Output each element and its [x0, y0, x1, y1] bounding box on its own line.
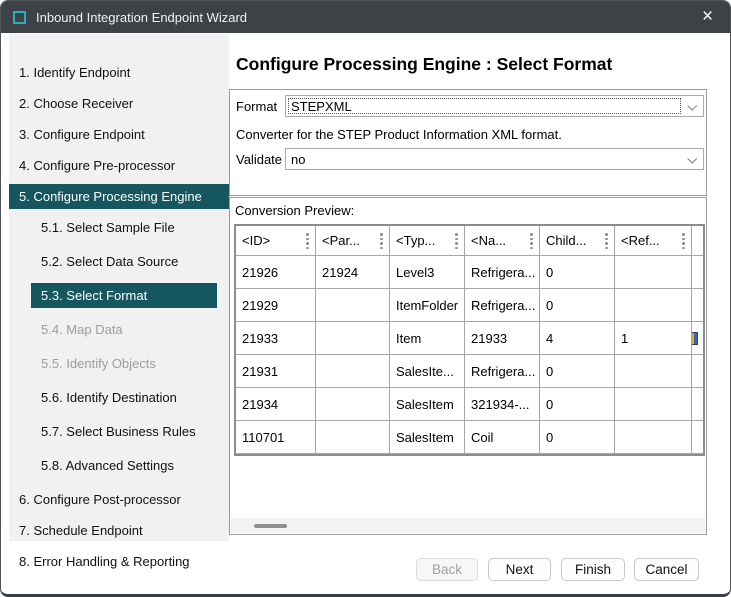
app-icon — [13, 11, 26, 24]
format-panel: Format STEPXML Converter for the STEP Pr… — [229, 89, 707, 196]
sidebar-item-select-sample-file[interactable]: 5.1. Select Sample File — [9, 215, 229, 240]
table-cell-overflow — [692, 289, 703, 322]
page-title: Configure Processing Engine : Select For… — [236, 54, 612, 75]
close-icon[interactable]: × — [685, 1, 730, 33]
column-menu-icon[interactable] — [605, 233, 608, 249]
table-cell-overflow — [692, 256, 703, 289]
sidebar-item-configure-processing-engine[interactable]: 5. Configure Processing Engine — [9, 184, 229, 209]
chevron-down-icon — [687, 101, 697, 111]
finish-button[interactable]: Finish — [561, 558, 625, 581]
table-cell[interactable] — [316, 289, 390, 322]
column-menu-icon[interactable] — [380, 233, 383, 249]
table-cell-overflow — [692, 322, 703, 355]
table-cell[interactable]: Coil — [465, 421, 540, 454]
table-cell-overflow — [692, 421, 703, 454]
table-cell-overflow — [692, 355, 703, 388]
format-description: Converter for the STEP Product Informati… — [236, 127, 562, 142]
table-cell[interactable] — [615, 388, 692, 421]
table-cell[interactable]: 0 — [540, 256, 615, 289]
back-button: Back — [416, 558, 478, 581]
column-header-name[interactable]: <Na... — [465, 226, 540, 256]
wizard-window: Inbound Integration Endpoint Wizard × 1.… — [0, 0, 731, 597]
column-header-overflow — [692, 226, 703, 256]
table-cell[interactable] — [316, 388, 390, 421]
table-cell[interactable]: Refrigera... — [465, 289, 540, 322]
table-cell[interactable] — [316, 322, 390, 355]
sidebar-item-identify-objects: 5.5. Identify Objects — [9, 351, 229, 376]
table-cell[interactable]: 1 — [615, 322, 692, 355]
table-cell[interactable]: 21926 — [236, 256, 316, 289]
table-cell-overflow — [692, 388, 703, 421]
sidebar-item-error-handling-reporting[interactable]: 8. Error Handling & Reporting — [9, 549, 229, 574]
titlebar: Inbound Integration Endpoint Wizard × — [1, 1, 730, 33]
format-select[interactable]: STEPXML — [285, 95, 704, 117]
table-cell[interactable]: Refrigera... — [465, 256, 540, 289]
table-cell[interactable]: 21934 — [236, 388, 316, 421]
sidebar-item-configure-post-processor[interactable]: 6. Configure Post-processor — [9, 487, 229, 512]
table-cell[interactable]: Level3 — [390, 256, 465, 289]
validate-label: Validate — [236, 152, 282, 167]
table-cell[interactable]: Refrigera... — [465, 355, 540, 388]
window-title: Inbound Integration Endpoint Wizard — [36, 10, 247, 25]
table-cell[interactable]: 0 — [540, 388, 615, 421]
column-menu-icon[interactable] — [306, 233, 309, 249]
sidebar-item-schedule-endpoint[interactable]: 7. Schedule Endpoint — [9, 518, 229, 543]
column-menu-icon[interactable] — [682, 233, 685, 249]
table-cell[interactable]: SalesItem — [390, 388, 465, 421]
table-cell[interactable]: 0 — [540, 421, 615, 454]
format-label: Format — [236, 99, 277, 114]
table-cell[interactable]: ItemFolder — [390, 289, 465, 322]
sidebar-item-identify-destination[interactable]: 5.6. Identify Destination — [9, 385, 229, 410]
next-button[interactable]: Next — [488, 558, 551, 581]
table-cell[interactable]: SalesIte... — [390, 355, 465, 388]
sidebar-item-select-data-source[interactable]: 5.2. Select Data Source — [9, 249, 229, 274]
preview-table: <ID> <Par... <Typ... <Na... Child... <Re… — [234, 224, 705, 456]
sidebar-item-identify-endpoint[interactable]: 1. Identify Endpoint — [9, 60, 229, 85]
sidebar-item-select-business-rules[interactable]: 5.7. Select Business Rules — [9, 419, 229, 444]
table-cell[interactable]: 21931 — [236, 355, 316, 388]
column-header-id[interactable]: <ID> — [236, 226, 316, 256]
validate-select[interactable]: no — [285, 148, 704, 170]
sidebar-item-configure-endpoint[interactable]: 3. Configure Endpoint — [9, 122, 229, 147]
table-cell[interactable]: 0 — [540, 289, 615, 322]
table-cell[interactable] — [615, 289, 692, 322]
column-header-parent[interactable]: <Par... — [316, 226, 390, 256]
column-header-children[interactable]: Child... — [540, 226, 615, 256]
focus-rect — [288, 98, 681, 114]
table-cell[interactable]: 110701 — [236, 421, 316, 454]
column-header-references[interactable]: <Ref... — [615, 226, 692, 256]
table-cell[interactable]: 4 — [540, 322, 615, 355]
table-cell[interactable] — [316, 421, 390, 454]
table-cell[interactable]: SalesItem — [390, 421, 465, 454]
sidebar-item-map-data: 5.4. Map Data — [9, 317, 229, 342]
table-cell[interactable]: Item — [390, 322, 465, 355]
sidebar-item-select-format[interactable]: 5.3. Select Format — [31, 283, 217, 308]
column-menu-icon[interactable] — [455, 233, 458, 249]
table-cell[interactable] — [615, 256, 692, 289]
horizontal-scrollbar[interactable] — [231, 518, 705, 533]
column-header-type[interactable]: <Typ... — [390, 226, 465, 256]
chevron-down-icon — [687, 154, 697, 164]
table-cell[interactable]: 321934-... — [465, 388, 540, 421]
sidebar-item-choose-receiver[interactable]: 2. Choose Receiver — [9, 91, 229, 116]
column-menu-icon[interactable] — [530, 233, 533, 249]
reference-icon-partial — [692, 332, 698, 345]
conversion-preview-panel: Conversion Preview: <ID> <Par... <Typ...… — [229, 197, 707, 535]
sidebar-item-configure-pre-processor[interactable]: 4. Configure Pre-processor — [9, 153, 229, 178]
conversion-preview-label: Conversion Preview: — [235, 203, 354, 218]
validate-value: no — [291, 152, 305, 167]
sidebar-item-advanced-settings[interactable]: 5.8. Advanced Settings — [9, 453, 229, 478]
table-cell[interactable]: 0 — [540, 355, 615, 388]
wizard-steps-sidebar: 1. Identify Endpoint 2. Choose Receiver … — [9, 34, 229, 541]
table-cell[interactable]: 21933 — [465, 322, 540, 355]
scrollbar-thumb[interactable] — [254, 524, 287, 528]
table-cell[interactable]: 21929 — [236, 289, 316, 322]
table-cell[interactable] — [615, 355, 692, 388]
table-cell[interactable] — [615, 421, 692, 454]
table-cell[interactable] — [316, 355, 390, 388]
cancel-button[interactable]: Cancel — [634, 558, 699, 581]
table-cell[interactable]: 21924 — [316, 256, 390, 289]
table-cell[interactable]: 21933 — [236, 322, 316, 355]
